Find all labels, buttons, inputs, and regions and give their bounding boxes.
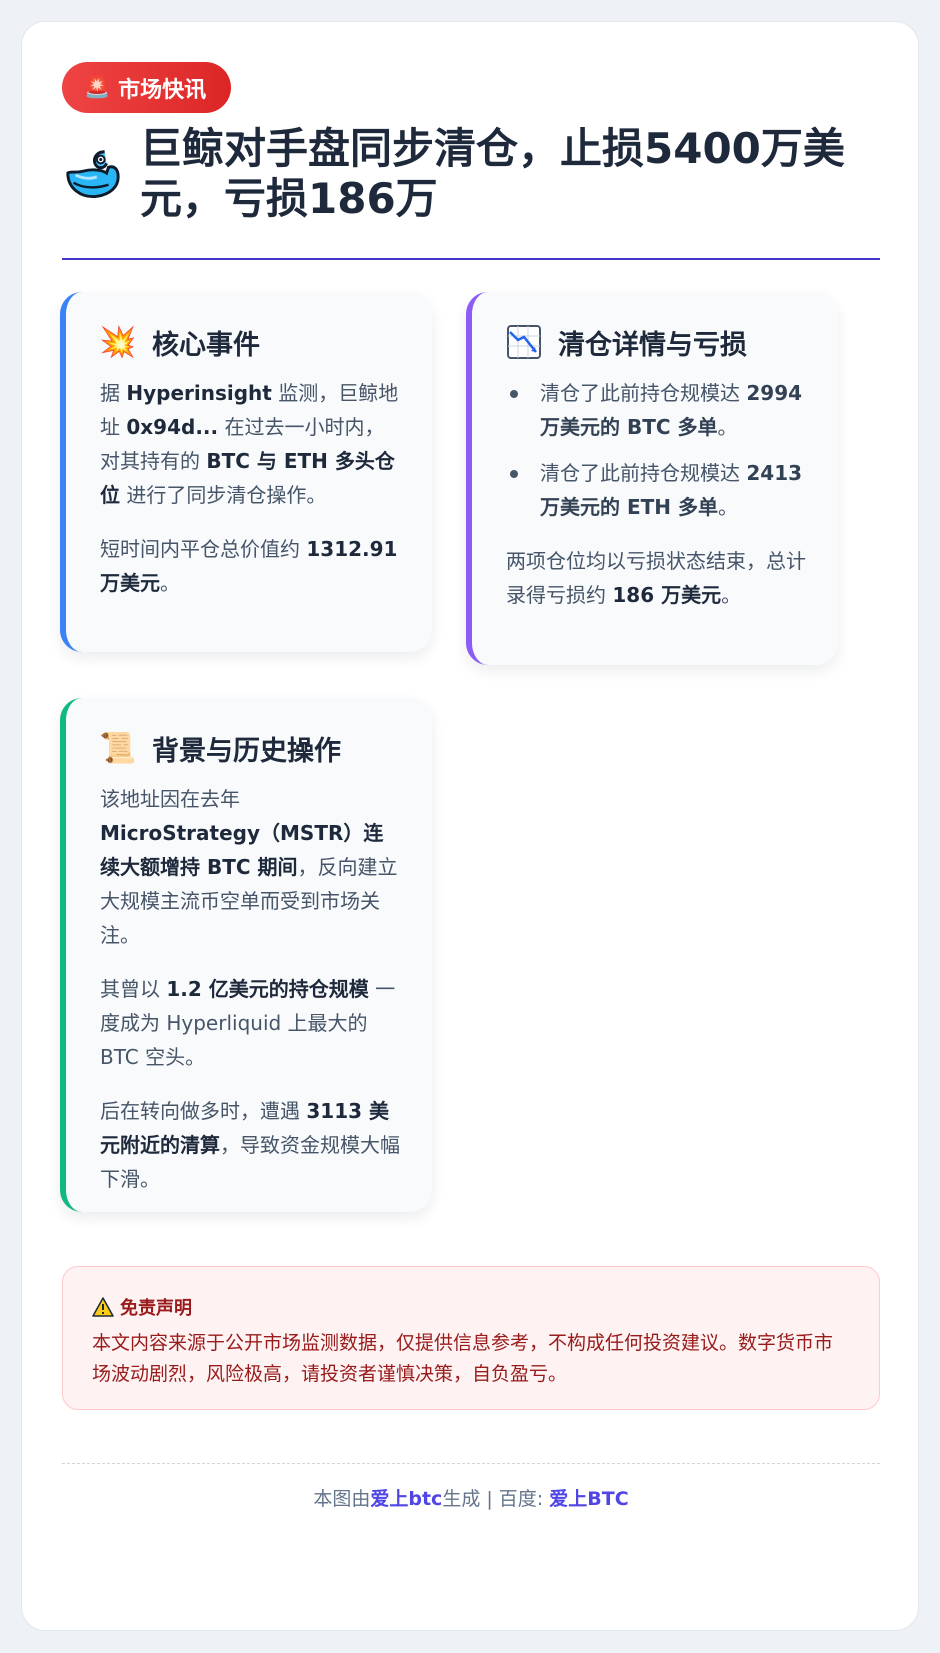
liquidation-details-header: 清仓详情与亏损	[506, 322, 808, 362]
list-item: 清仓了此前持仓规模达 2994 万美元的 BTC 多单。	[506, 376, 808, 444]
core-event-title: 核心事件	[152, 329, 260, 361]
title-row: 巨鲸对手盘同步清仓，止损5400万美元，亏损186万	[62, 124, 872, 224]
siren-icon: 🚨	[84, 75, 111, 99]
background-panel: 📜 背景与历史操作 该地址因在去年 MicroStrategy（MSTR）连续大…	[60, 698, 432, 1212]
core-event-header: 💥 核心事件	[99, 322, 402, 362]
list-item: 清仓了此前持仓规模达 2413 万美元的 ETH 多单。	[506, 456, 808, 524]
background-paragraph: 该地址因在去年 MicroStrategy（MSTR）连续大额增持 BTC 期间…	[100, 787, 398, 947]
whale-icon	[66, 150, 120, 198]
brand-link[interactable]: 爱上btc	[370, 1488, 442, 1510]
disclaimer-text: 本文内容来源于公开市场监测数据，仅提供信息参考，不构成任何投资建议。数字货币市场…	[92, 1332, 834, 1385]
liquidation-details-panel: 清仓详情与亏损 清仓了此前持仓规模达 2994 万美元的 BTC 多单。 清仓了…	[466, 292, 838, 665]
liquidation-details-title: 清仓详情与亏损	[558, 329, 747, 361]
core-event-panel: 💥 核心事件 据 Hyperinsight 监测，巨鲸地址 0x94d... 在…	[60, 292, 432, 652]
background-paragraph: 后在转向做多时，遭遇 3113 美元附近的清算，导致资金规模大幅下滑。	[100, 1099, 400, 1191]
disclaimer-box: 免责声明 本文内容来源于公开市场监测数据，仅提供信息参考，不构成任何投资建议。数…	[62, 1266, 880, 1410]
core-event-total-paragraph: 短时间内平仓总价值约 1312.91 万美元。	[100, 537, 398, 595]
disclaimer-header: 免责声明	[92, 1294, 851, 1320]
warning-icon	[92, 1297, 114, 1317]
scroll-icon: 📜	[99, 730, 137, 766]
core-event-paragraph: 据 Hyperinsight 监测，巨鲸地址 0x94d... 在过去一小时内，…	[100, 381, 399, 507]
page-title: 巨鲸对手盘同步清仓，止损5400万美元，亏损186万	[140, 124, 845, 223]
article-card: 🚨 市场快讯 巨鲸对手盘同步清仓，止损5400万美元，亏损186万 💥 核心事件…	[21, 21, 919, 1631]
collision-icon: 💥	[99, 324, 137, 360]
footer: 本图由爱上btc生成 | 百度: 爱上BTC	[313, 1488, 629, 1510]
badge-label: 市场快讯	[118, 77, 207, 103]
market-news-badge: 🚨 市场快讯	[62, 62, 232, 113]
background-paragraph: 其曾以 1.2 亿美元的持仓规模 一度成为 Hyperliquid 上最大的 B…	[100, 977, 396, 1069]
chart-decreasing-icon	[507, 325, 541, 359]
disclaimer-title: 免责声明	[120, 1298, 192, 1319]
background-title: 背景与历史操作	[152, 735, 341, 767]
baidu-link[interactable]: 爱上BTC	[549, 1488, 628, 1510]
background-header: 📜 背景与历史操作	[99, 728, 402, 768]
liquidation-list: 清仓了此前持仓规模达 2994 万美元的 BTC 多单。 清仓了此前持仓规模达 …	[506, 376, 808, 524]
title-divider	[62, 258, 880, 260]
loss-summary-paragraph: 两项仓位均以亏损状态结束，总计录得亏损约 186 万美元。	[506, 549, 806, 607]
footer-divider	[62, 1463, 880, 1464]
